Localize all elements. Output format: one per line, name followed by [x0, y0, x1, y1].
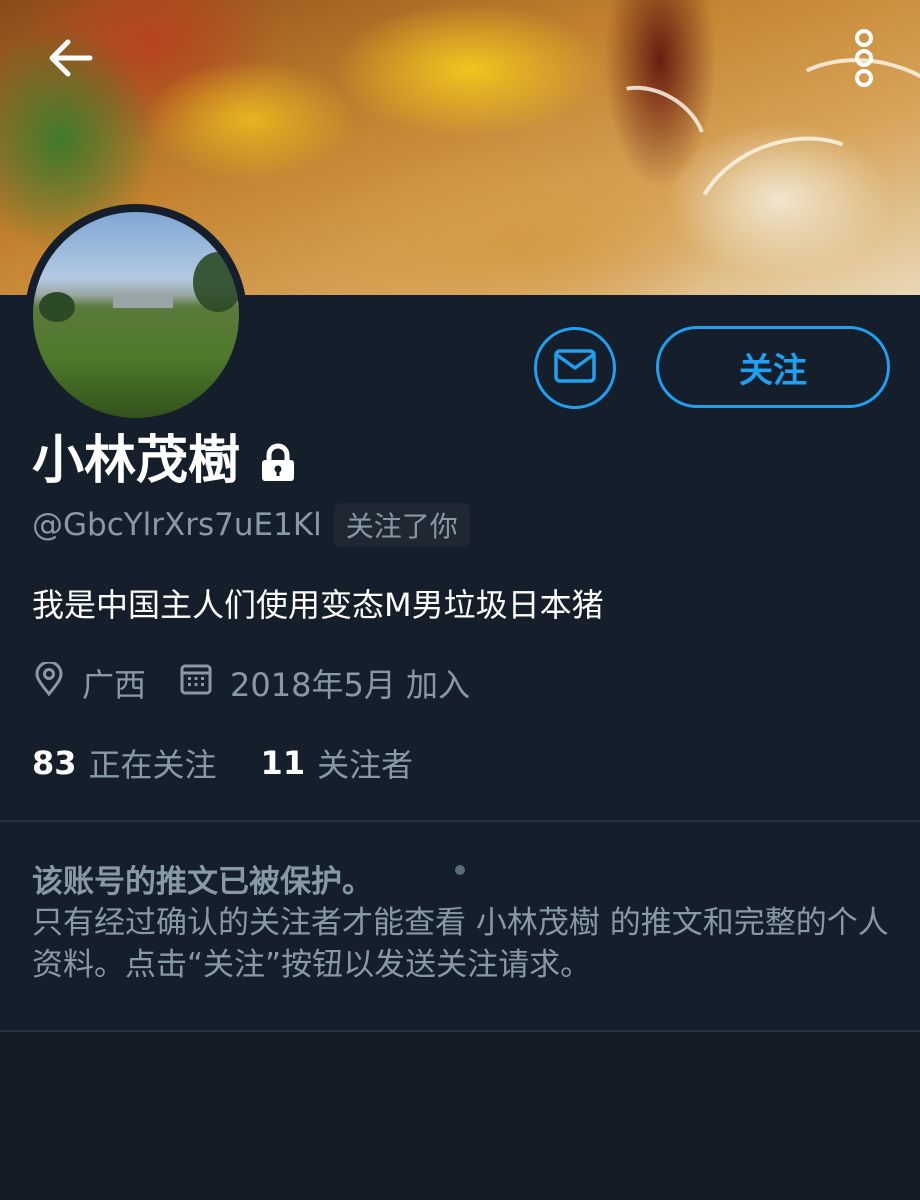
- follow-button-label: 关注: [739, 350, 807, 391]
- following-count: 83: [32, 744, 77, 782]
- location-pin-icon: [34, 660, 64, 704]
- message-button[interactable]: [534, 327, 616, 409]
- following-label: 正在关注: [88, 746, 217, 784]
- follows-you-badge: 关注了你: [333, 503, 470, 547]
- bio: 我是中国主人们使用变态M男垃圾日本猪: [32, 586, 604, 624]
- display-name: 小林茂樹: [32, 431, 241, 491]
- profile-meta: 广西 2018年5月 加入: [34, 660, 470, 706]
- followers-label: 关注者: [317, 746, 414, 784]
- avatar[interactable]: [25, 204, 247, 426]
- location-text: 广西: [82, 666, 147, 704]
- followers-stat[interactable]: 11 关注者: [261, 740, 414, 786]
- follow-stats: 83 正在关注 11 关注者: [32, 740, 413, 786]
- follow-button[interactable]: 关注: [656, 326, 890, 408]
- profile-page: 关注 小林茂樹 @GbcYlrXrs7uE1Kl 关注了你 我是中国主人们使用变…: [0, 0, 920, 1200]
- handle-row: @GbcYlrXrs7uE1Kl 关注了你: [32, 503, 470, 547]
- empty-timeline-area: [0, 1032, 920, 1200]
- more-vertical-icon: [852, 28, 876, 92]
- display-name-row: 小林茂樹: [32, 428, 298, 494]
- protected-notice-body: 只有经过确认的关注者才能查看 小林茂樹 的推文和完整的个人资料。点击“关注”按钮…: [32, 905, 889, 983]
- calendar-icon: [180, 663, 212, 703]
- followers-count: 11: [260, 744, 306, 782]
- arrow-left-icon: [46, 38, 94, 82]
- more-options-button[interactable]: [836, 20, 892, 100]
- following-stat[interactable]: 83 正在关注: [32, 740, 217, 786]
- user-handle: @GbcYlrXrs7uE1Kl: [32, 507, 322, 543]
- joined-date: 2018年5月 加入: [230, 666, 470, 704]
- protected-notice-title: 该账号的推文已被保护。: [32, 864, 373, 900]
- lock-icon: [258, 443, 298, 487]
- back-button[interactable]: [30, 20, 110, 100]
- envelope-icon: [554, 349, 596, 387]
- status-dot: [455, 865, 465, 875]
